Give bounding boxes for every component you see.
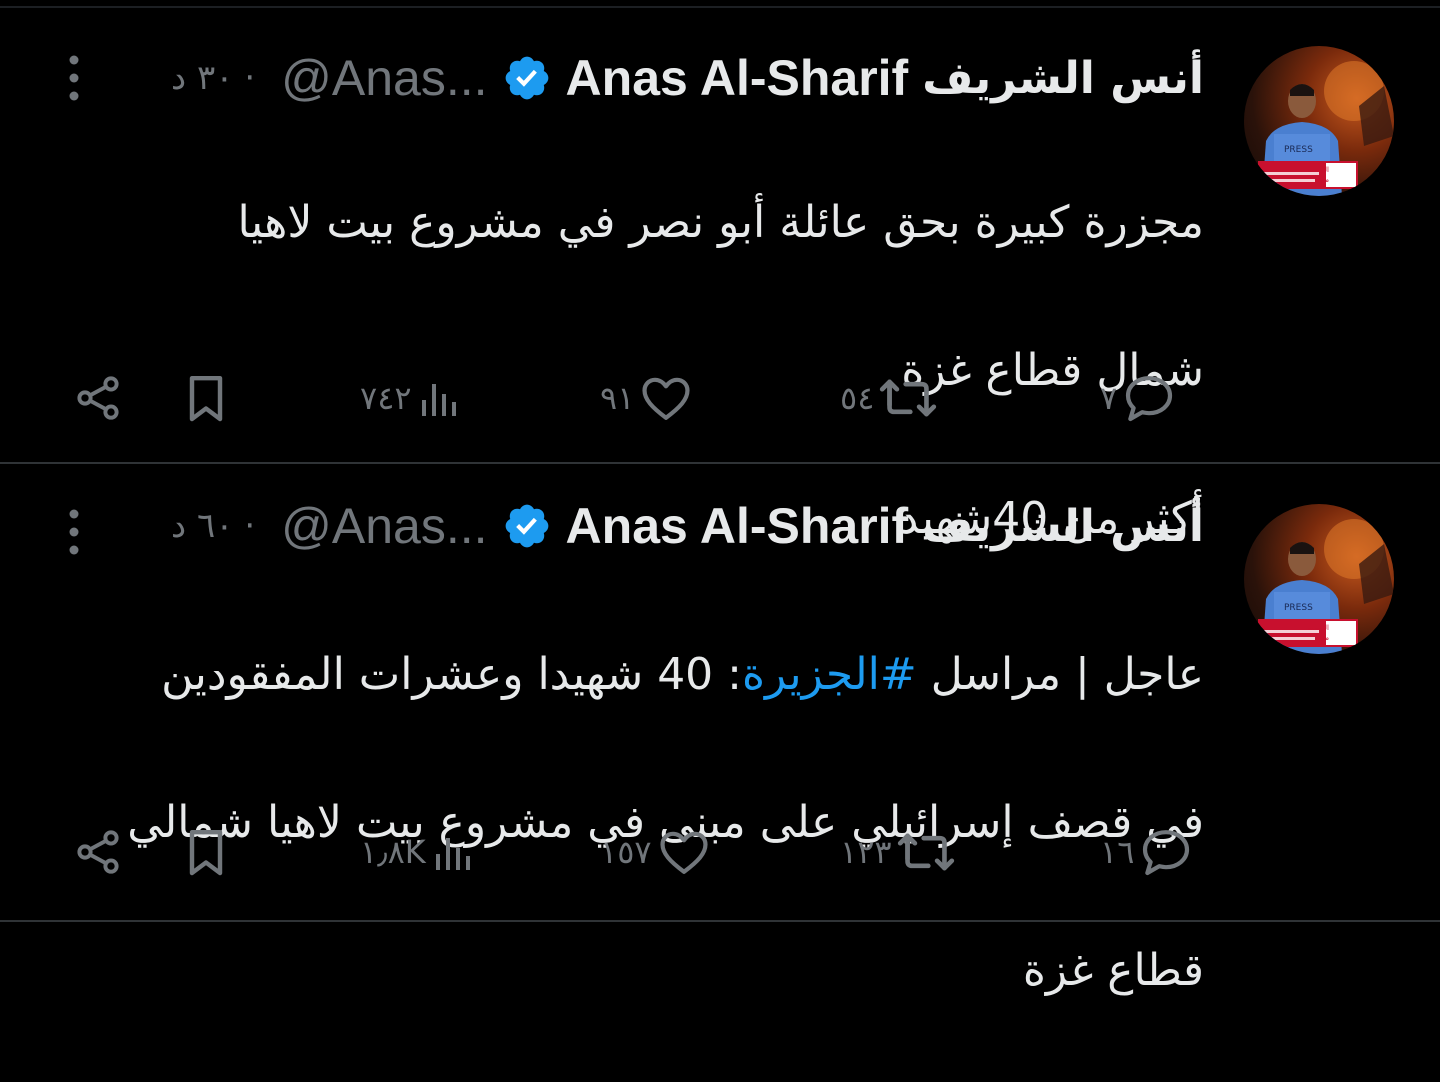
verified-icon [505, 56, 548, 100]
like-button[interactable]: ٩١ [600, 368, 694, 428]
tweet-header: أنس الشريف Anas Al-Sharif @Anas... · ٦٠ … [171, 496, 1204, 556]
reply-button[interactable]: ٧ [1100, 368, 1177, 428]
retweets-count: ١٢٣ [840, 833, 892, 871]
views-button[interactable]: ١٫٨K [360, 822, 478, 882]
replies-count: ١٦ [1100, 833, 1135, 871]
tweet-header: أنس الشريف Anas Al-Sharif @Anas... · ٣٠ … [171, 48, 1204, 108]
bookmark-button[interactable] [178, 822, 234, 882]
retweet-icon [880, 379, 937, 417]
views-icon [435, 838, 470, 870]
author-name[interactable]: Anas Al-Sharif [566, 497, 909, 555]
views-button[interactable]: ٧٤٢ [360, 368, 464, 428]
likes-count: ٩١ [600, 379, 635, 417]
author-handle[interactable]: @Anas... [281, 49, 487, 107]
more-icon[interactable] [62, 54, 86, 102]
tweet-text-line: عاجل | مراسل #الجزيرة: 40 شهيدا وعشرات ا… [44, 638, 1204, 712]
author-name[interactable]: Anas Al-Sharif [566, 49, 909, 107]
tweet-actions: ٧٤٢ ٩١ ٥٤ ٧ [60, 368, 1210, 428]
avatar[interactable]: PRESS التغطية متواصلة [1244, 504, 1394, 654]
author-name-arabic[interactable]: أنس الشريف [922, 53, 1204, 104]
svg-text:PRESS: PRESS [1284, 603, 1313, 613]
author-name-arabic[interactable]: أنس الشريف [922, 501, 1204, 552]
avatar-image: PRESS التغطية متواصلة [1258, 519, 1394, 654]
like-button[interactable]: ١٥٧ [600, 822, 712, 882]
retweet-icon [897, 833, 954, 871]
tweet-text-suffix: : 40 شهيدا وعشرات المفقودين [161, 649, 742, 700]
hashtag-link[interactable]: #الجزيرة [742, 649, 917, 700]
likes-count: ١٥٧ [600, 833, 652, 871]
views-icon [421, 384, 456, 416]
replies-count: ٧ [1100, 379, 1118, 417]
bookmark-button[interactable] [178, 368, 234, 428]
tweet-actions: ١٫٨K ١٥٧ ١٢٣ ١٦ [60, 822, 1210, 882]
svg-text:PRESS: PRESS [1284, 145, 1313, 155]
avatar-image: PRESS التغطية متواصلة [1258, 61, 1394, 196]
reply-button[interactable]: ١٦ [1100, 822, 1194, 882]
author-handle[interactable]: @Anas... [281, 497, 487, 555]
tweet-time[interactable]: · ٣٠ د [171, 58, 255, 98]
share-button[interactable] [72, 822, 124, 882]
tweet-time[interactable]: · ٦٠ د [171, 506, 255, 546]
tweet[interactable]: PRESS التغطية متواصلة أنس الشريف Anas Al… [0, 464, 1440, 996]
like-icon [659, 831, 708, 874]
bookmark-icon [189, 375, 223, 422]
retweet-button[interactable]: ١٢٣ [840, 822, 956, 882]
avatar[interactable]: PRESS التغطية متواصلة [1244, 46, 1394, 196]
share-button[interactable] [72, 368, 124, 428]
views-count: ٧٤٢ [360, 379, 412, 417]
reply-icon [1143, 830, 1190, 876]
views-count: ١٫٨K [360, 833, 426, 871]
retweets-count: ٥٤ [840, 379, 875, 417]
like-icon [642, 377, 690, 420]
tweet-text-prefix: عاجل | مراسل [916, 649, 1204, 700]
share-icon [77, 830, 119, 874]
retweet-button[interactable]: ٥٤ [840, 368, 938, 428]
bookmark-icon [189, 829, 223, 876]
more-icon[interactable] [62, 508, 86, 556]
tweet-text-line: مجزرة كبيرة بحق عائلة أبو نصر في مشروع ب… [237, 197, 1204, 248]
share-icon [77, 376, 119, 420]
tweet[interactable]: PRESS التغطية متواصلة أنس الشريف Anas Al… [0, 8, 1440, 544]
tweet-text-line: قطاع غزة [1022, 945, 1204, 996]
verified-icon [505, 504, 548, 548]
reply-icon [1126, 376, 1173, 422]
